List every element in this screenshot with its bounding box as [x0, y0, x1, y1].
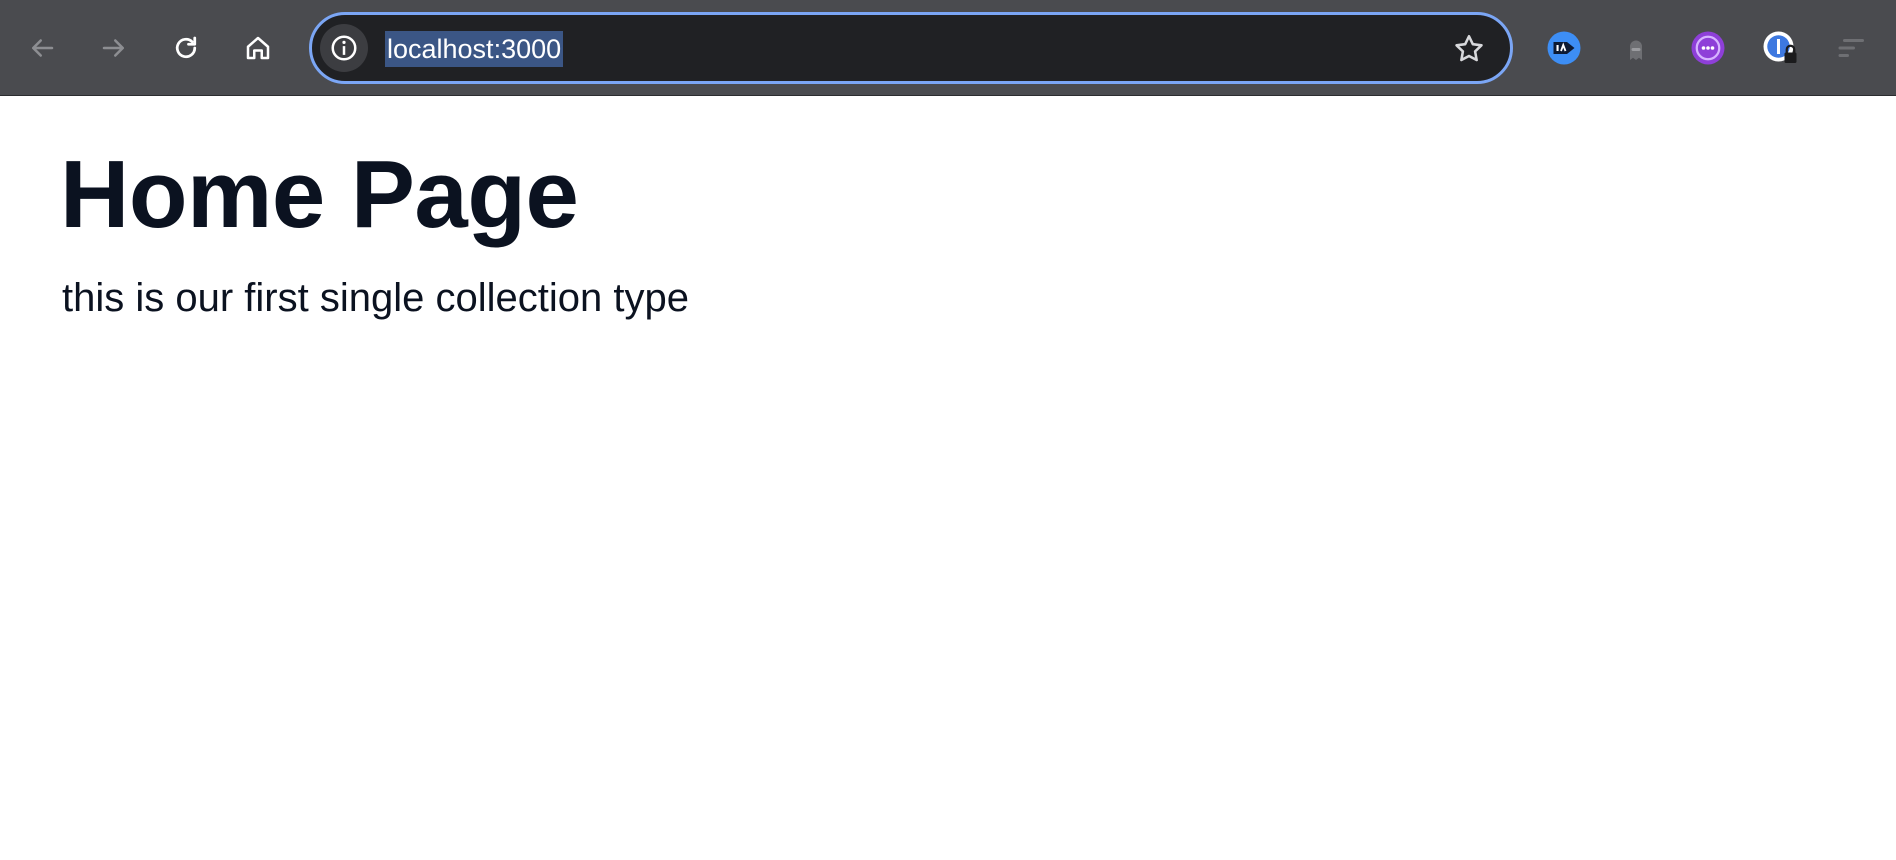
page-title: Home Page [60, 141, 579, 248]
back-arrow-icon [32, 39, 54, 57]
site-info-button[interactable] [320, 24, 368, 72]
info-icon [331, 35, 357, 61]
address-bar[interactable]: localhost:3000 [309, 12, 1513, 84]
reading-list-icon [1838, 39, 1864, 57]
page-content: Home Page this is our first single colle… [0, 96, 1896, 860]
password-manager-button[interactable] [1762, 30, 1798, 66]
url-text[interactable]: localhost:3000 [385, 31, 564, 67]
browser-toolbar: localhost:3000 [0, 0, 1896, 96]
ghost-extension-button[interactable] [1618, 30, 1654, 66]
ia-extension-button[interactable] [1546, 30, 1582, 66]
home-button[interactable] [234, 24, 282, 72]
back-button[interactable] [18, 24, 66, 72]
reload-icon [175, 36, 197, 59]
reading-list-button[interactable] [1834, 30, 1870, 66]
purple-extension-button[interactable] [1690, 30, 1726, 66]
forward-arrow-icon [102, 39, 124, 57]
ia-extension-icon [1547, 31, 1581, 65]
forward-button[interactable] [90, 24, 138, 72]
purple-extension-icon [1691, 31, 1725, 65]
reload-button[interactable] [162, 24, 210, 72]
password-manager-icon [1763, 31, 1797, 63]
bookmark-button[interactable] [1450, 30, 1488, 68]
star-icon [1455, 34, 1483, 62]
page-description: this is our first single collection type [62, 276, 689, 320]
ghost-extension-icon [1630, 40, 1642, 60]
home-icon [246, 36, 270, 60]
